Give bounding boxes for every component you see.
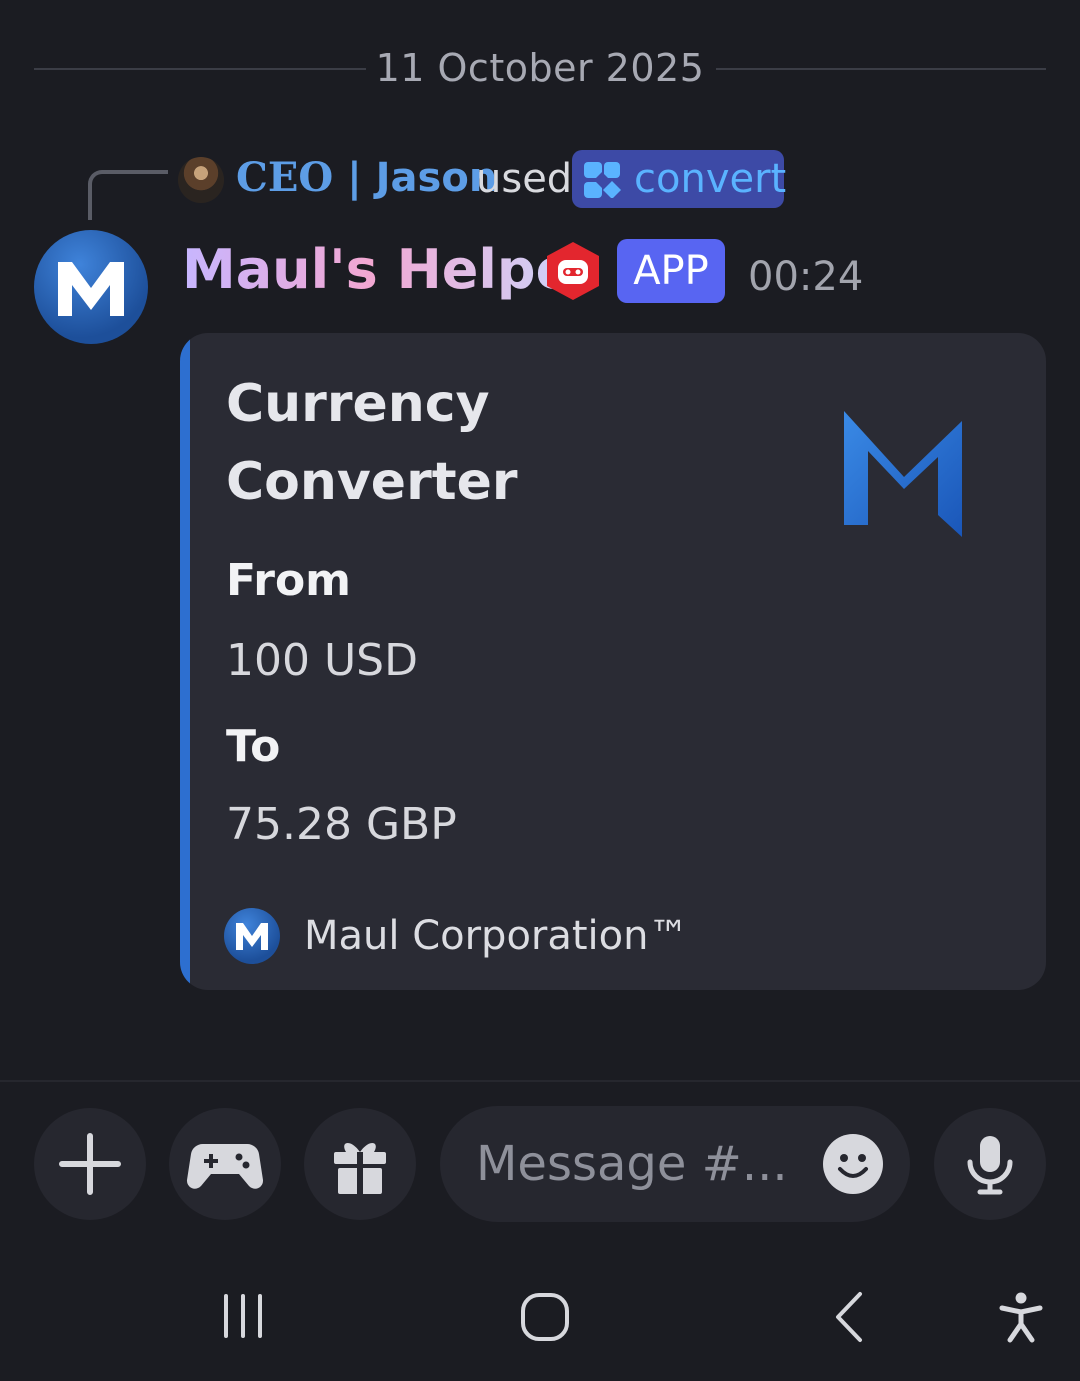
- reply-used-text: used: [476, 156, 573, 202]
- gift-button[interactable]: [304, 1108, 416, 1220]
- app-command-icon: [584, 162, 621, 198]
- voice-message-button[interactable]: [934, 1108, 1046, 1220]
- home-icon[interactable]: [518, 1290, 572, 1344]
- gift-icon: [334, 1142, 386, 1194]
- embed-title: Currency Converter: [226, 374, 518, 512]
- command-name: convert: [634, 156, 787, 202]
- command-pill[interactable]: convert: [572, 150, 787, 208]
- embed-footer-text: Maul Corporation™: [304, 913, 689, 959]
- divider-line-left: [34, 68, 366, 70]
- accessibility-icon[interactable]: [994, 1290, 1048, 1344]
- reply-user-avatar[interactable]: [178, 157, 224, 203]
- back-icon[interactable]: [826, 1290, 870, 1344]
- embed-card: Currency Converter From 100 USD To 75.28…: [180, 333, 1046, 990]
- field-from-label: From: [226, 555, 352, 606]
- reply-user-separator: |: [347, 155, 362, 201]
- field-from-value: 100 USD: [226, 635, 418, 686]
- bot-role-badge-icon: [547, 242, 599, 300]
- embed-footer-icon: [224, 908, 280, 964]
- message-placeholder: Message #...: [476, 1136, 788, 1192]
- date-divider: 11 October 2025: [375, 46, 705, 90]
- bot-avatar-logo: [58, 262, 124, 316]
- composer-divider: [0, 1080, 1080, 1082]
- field-to-value: 75.28 GBP: [226, 799, 457, 850]
- app-tag: APP: [617, 239, 725, 303]
- message-timestamp: 00:24: [748, 254, 864, 300]
- message-input[interactable]: Message #...: [440, 1106, 910, 1222]
- emoji-icon[interactable]: [822, 1133, 884, 1195]
- gamepad-icon: [186, 1143, 264, 1189]
- bot-avatar[interactable]: [34, 230, 148, 344]
- maul-logo-thumbnail: [844, 411, 962, 537]
- divider-line-right: [716, 68, 1046, 70]
- bot-username[interactable]: Maul's Helper: [182, 238, 599, 301]
- reply-user-prefix: CEO: [236, 154, 334, 201]
- reply-connector: [88, 170, 168, 220]
- recent-apps-icon[interactable]: [218, 1290, 270, 1342]
- add-attachment-button[interactable]: [34, 1108, 146, 1220]
- activities-button[interactable]: [169, 1108, 281, 1220]
- microphone-icon: [967, 1136, 1013, 1195]
- embed-accent-bar: [180, 333, 190, 990]
- reply-username[interactable]: CEO | Jason: [236, 154, 497, 201]
- plus-icon: [59, 1133, 121, 1195]
- field-to-label: To: [226, 721, 281, 772]
